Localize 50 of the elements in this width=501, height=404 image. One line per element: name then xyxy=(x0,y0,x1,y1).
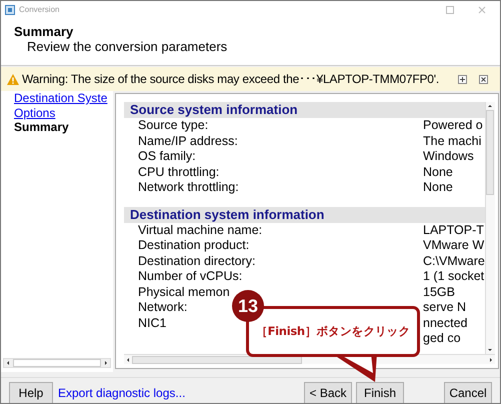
field-label: Network: xyxy=(138,300,188,314)
field-value: C:\VMware xyxy=(423,252,485,270)
nav-item[interactable]: Summary xyxy=(14,120,69,134)
field-value: 1 (1 socket xyxy=(423,268,484,286)
field-value: nnected xyxy=(423,314,468,332)
cancel-button[interactable]: Cancel xyxy=(444,382,492,403)
app-icon xyxy=(5,4,15,14)
field-label: Source type: xyxy=(138,118,208,132)
field-value: LAPTOP-T xyxy=(423,222,484,239)
field-label: Network throttling: xyxy=(138,180,239,194)
export-logs-link[interactable]: Export diagnostic logs... xyxy=(58,384,186,402)
horizontal-scrollbar[interactable] xyxy=(3,358,111,368)
vertical-scrollbar[interactable] xyxy=(484,102,495,354)
window-title: Conversion xyxy=(19,4,60,16)
step-number: 13 xyxy=(238,294,258,318)
nav-link[interactable]: Options xyxy=(14,106,56,120)
expand-icon[interactable] xyxy=(458,74,467,84)
scroll-down-icon[interactable] xyxy=(486,346,494,354)
back-button[interactable]: < Back xyxy=(304,382,352,403)
field-label: Physical memon xyxy=(138,284,230,299)
field-label: Virtual machine name: xyxy=(138,222,262,237)
nav-link[interactable]: Destination Syste xyxy=(14,91,108,106)
field-label: Destination directory: xyxy=(138,254,256,268)
section-title: Source system information xyxy=(130,102,298,120)
field-value: The machi xyxy=(423,132,482,150)
field-value: Windows xyxy=(423,148,474,166)
field-label: NIC1 xyxy=(138,316,166,330)
page-title: Summary xyxy=(14,24,74,39)
warning-text: Warning: The size of the source disks may exceed the･･･¥LAPTOP-TMM07FP0'. xyxy=(22,71,439,88)
field-label: OS family: xyxy=(138,149,196,164)
field-value: Powered o xyxy=(423,117,483,134)
scroll-up-icon[interactable] xyxy=(486,102,494,110)
section-title: Destination system information xyxy=(130,206,324,224)
page-subtitle: Review the conversion parameters xyxy=(26,39,228,54)
field-value: None xyxy=(423,179,453,196)
field-label: Destination product: xyxy=(138,238,250,252)
scroll-right-icon[interactable] xyxy=(102,359,110,367)
field-label: Name/IP address: xyxy=(138,134,238,148)
field-value: serve N xyxy=(423,299,466,316)
warning-icon xyxy=(7,74,19,84)
field-label: Number of vCPUs: xyxy=(138,269,242,284)
field-value: 15GB xyxy=(423,284,455,301)
help-button[interactable]: Help xyxy=(9,382,53,403)
field-value: None xyxy=(423,164,453,181)
field-value: VMware W xyxy=(423,237,484,254)
field-label: CPU throttling: xyxy=(138,164,220,179)
finish-button[interactable]: Finish xyxy=(356,382,404,403)
field-value: ged co xyxy=(423,330,461,348)
close-icon[interactable] xyxy=(479,74,488,84)
callout-text: ［Finish］ボタンをクリック xyxy=(256,322,410,340)
